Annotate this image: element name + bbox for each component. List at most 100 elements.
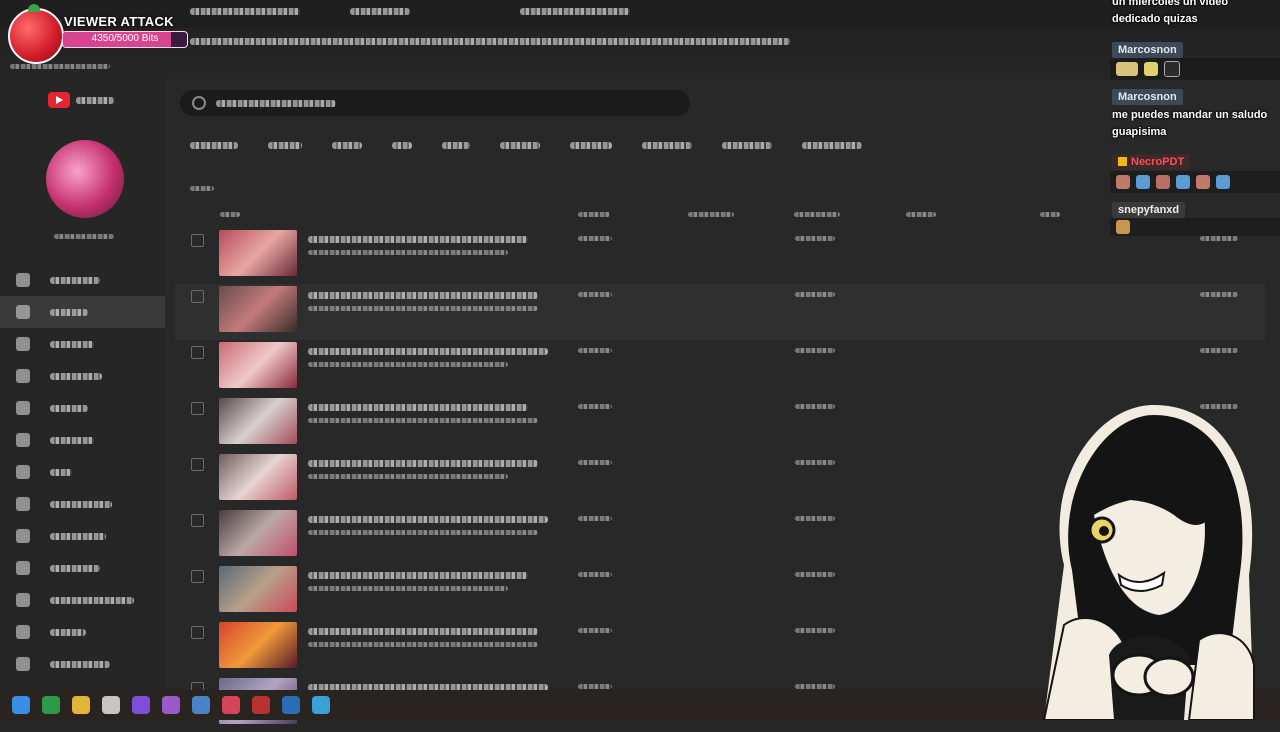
header-restrictions[interactable] <box>688 212 734 217</box>
address-bar[interactable] <box>0 28 1280 56</box>
publish-date <box>795 460 835 465</box>
video-title[interactable] <box>308 460 538 467</box>
start-icon[interactable] <box>12 696 30 714</box>
visibility-status[interactable] <box>578 684 612 689</box>
row-checkbox[interactable] <box>191 346 204 359</box>
tab-podcasts[interactable] <box>500 142 540 149</box>
video-title[interactable] <box>308 292 538 299</box>
visibility-status[interactable] <box>578 572 612 577</box>
chat-emote-row <box>1110 218 1280 236</box>
visibility-status[interactable] <box>578 516 612 521</box>
analytics-icon <box>16 337 30 351</box>
row-checkbox[interactable] <box>191 458 204 471</box>
sidebar-item-dashboard[interactable] <box>0 264 165 296</box>
visibility-status[interactable] <box>578 460 612 465</box>
table-row[interactable] <box>175 228 1265 284</box>
tab-posts[interactable] <box>392 142 412 149</box>
channel-avatar[interactable] <box>46 140 124 218</box>
app-icon[interactable] <box>222 696 240 714</box>
row-checkbox[interactable] <box>191 402 204 415</box>
app-icon[interactable] <box>312 696 330 714</box>
browser-tab[interactable] <box>350 8 410 15</box>
video-title[interactable] <box>308 348 548 355</box>
video-title[interactable] <box>308 628 538 635</box>
send-icon <box>16 657 30 671</box>
sidebar-item-help[interactable] <box>0 616 165 648</box>
badge-icon <box>1118 157 1127 166</box>
video-thumbnail[interactable] <box>219 342 297 388</box>
row-checkbox[interactable] <box>191 570 204 583</box>
sidebar-item-settings[interactable] <box>0 552 165 584</box>
app-logo[interactable] <box>48 92 114 108</box>
video-thumbnail[interactable] <box>219 286 297 332</box>
sidebar-item-customization[interactable] <box>0 488 165 520</box>
bookmark-item[interactable] <box>10 64 110 69</box>
app-icon[interactable] <box>102 696 120 714</box>
browser-tab[interactable] <box>190 8 300 15</box>
visibility-status[interactable] <box>578 292 612 297</box>
video-thumbnail[interactable] <box>219 398 297 444</box>
sidebar-item-send[interactable] <box>0 648 165 680</box>
sidebar-item-subtitles[interactable] <box>0 392 165 424</box>
header-visibility[interactable] <box>578 212 610 217</box>
video-description <box>308 362 508 367</box>
tab-playlists[interactable] <box>442 142 470 149</box>
sidebar-item-feedback[interactable] <box>0 584 165 616</box>
tab-courses[interactable] <box>642 142 692 149</box>
app-icon[interactable] <box>132 696 150 714</box>
app-icon[interactable] <box>282 696 300 714</box>
header-views[interactable] <box>906 212 936 217</box>
tab-shorts[interactable] <box>268 142 302 149</box>
row-checkbox[interactable] <box>191 626 204 639</box>
video-description <box>308 530 538 535</box>
video-thumbnail[interactable] <box>219 230 297 276</box>
sidebar-item-comments[interactable] <box>0 360 165 392</box>
browser-tab[interactable] <box>520 8 630 15</box>
visibility-status[interactable] <box>578 404 612 409</box>
row-checkbox[interactable] <box>191 514 204 527</box>
row-checkbox[interactable] <box>191 234 204 247</box>
sidebar-item-earn[interactable] <box>0 456 165 488</box>
visibility-status[interactable] <box>578 628 612 633</box>
sidebar-item-audio[interactable] <box>0 520 165 552</box>
sidebar-item-analytics[interactable] <box>0 328 165 360</box>
feedback-icon <box>16 593 30 607</box>
tab-extra-1[interactable] <box>722 142 772 149</box>
header-date[interactable] <box>794 212 840 217</box>
chrome-icon[interactable] <box>42 696 60 714</box>
video-title[interactable] <box>308 572 528 579</box>
row-checkbox[interactable] <box>191 290 204 303</box>
folder-icon[interactable] <box>72 696 90 714</box>
sidebar-item-copyright[interactable] <box>0 424 165 456</box>
sidebar-item-content[interactable] <box>0 296 165 328</box>
video-thumbnail[interactable] <box>219 454 297 500</box>
chat-emote-row <box>1110 171 1280 193</box>
video-title[interactable] <box>308 516 548 523</box>
tab-videos[interactable] <box>190 142 238 149</box>
chat-username: Marcosnon <box>1112 89 1183 105</box>
video-title[interactable] <box>308 404 528 411</box>
search-icon <box>192 96 206 110</box>
app-icon[interactable] <box>162 696 180 714</box>
filter-bar[interactable] <box>190 178 214 196</box>
tab-live[interactable] <box>332 142 362 149</box>
app-icon[interactable] <box>252 696 270 714</box>
help-icon <box>16 625 30 639</box>
tab-promotions[interactable] <box>570 142 612 149</box>
app-icon[interactable] <box>192 696 210 714</box>
publish-date <box>795 628 835 633</box>
chat-username: Marcosnon <box>1112 42 1183 58</box>
video-thumbnail[interactable] <box>219 622 297 668</box>
search-bar[interactable] <box>180 90 690 116</box>
video-thumbnail[interactable] <box>219 510 297 556</box>
table-row[interactable] <box>175 284 1265 340</box>
header-comments[interactable] <box>1040 212 1060 217</box>
visibility-status[interactable] <box>578 236 612 241</box>
tab-extra-2[interactable] <box>802 142 862 149</box>
table-row[interactable] <box>175 340 1265 396</box>
streamer-avatar-illustration <box>1042 405 1255 720</box>
video-title[interactable] <box>308 236 528 243</box>
chat-username: NecroPDT <box>1112 154 1191 170</box>
visibility-status[interactable] <box>578 348 612 353</box>
video-thumbnail[interactable] <box>219 566 297 612</box>
